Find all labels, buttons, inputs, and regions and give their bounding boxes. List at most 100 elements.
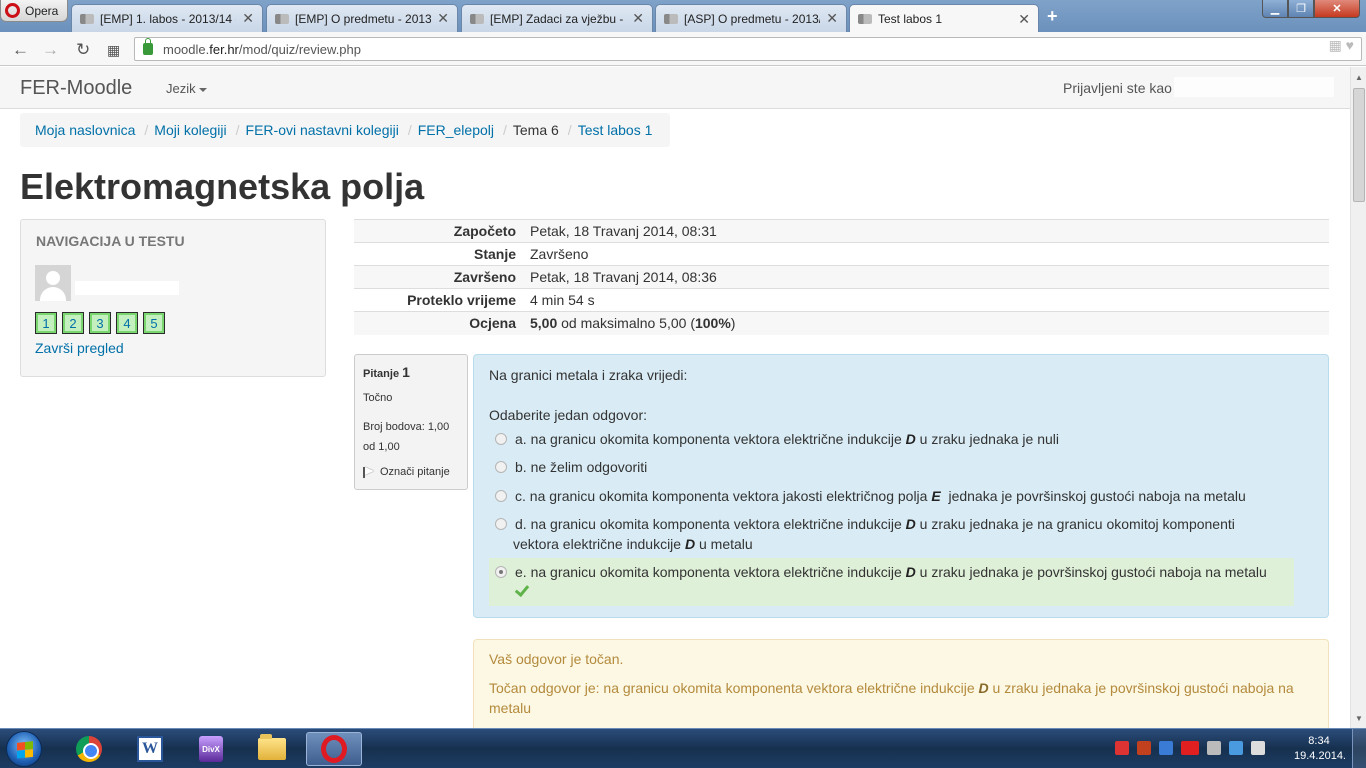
start-button[interactable] <box>6 731 42 767</box>
question-formulation: Na granici metala i zraka vrijedi: Odabe… <box>473 354 1329 618</box>
answer-option-d[interactable]: d. na granicu okomita komponenta vektora… <box>489 514 1294 554</box>
bookmark-heart-icon[interactable]: ▦ ♥ <box>1329 37 1354 54</box>
question-button-5[interactable]: 5 <box>143 312 165 334</box>
opera-logo-icon <box>5 3 20 18</box>
scroll-down-icon[interactable]: ▼ <box>1351 710 1366 726</box>
network-icon[interactable] <box>1159 741 1173 755</box>
taskbar-word[interactable]: W <box>122 732 178 766</box>
wifi-icon[interactable] <box>1229 741 1243 755</box>
divx-icon: DivX <box>199 736 223 762</box>
right-answer-text: Točan odgovor je: na granicu okomita kom… <box>489 680 979 696</box>
browser-tab[interactable]: [EMP] Zadaci za vježbu - 1... ✕ <box>461 4 653 32</box>
answer-option-a[interactable]: a. na granicu okomita komponenta vektora… <box>489 429 1294 449</box>
back-icon[interactable]: ← <box>12 40 29 60</box>
table-row: Završeno Petak, 18 Travanj 2014, 08:36 <box>354 265 1329 289</box>
breadcrumb-quiz[interactable]: Test labos 1 <box>578 122 653 138</box>
taskbar-chrome[interactable] <box>61 732 117 766</box>
scroll-up-icon[interactable]: ▲ <box>1351 69 1366 85</box>
secure-lock-icon <box>143 38 153 55</box>
ati-icon[interactable] <box>1181 741 1199 755</box>
close-window-button[interactable]: ✕ <box>1314 0 1360 18</box>
browser-tab-title: [ASP] O predmetu - 2013/... <box>684 11 821 26</box>
browser-tab[interactable]: [EMP] 1. labos - 2013/14 - ... ✕ <box>71 4 263 32</box>
question-button-2[interactable]: 2 <box>62 312 84 334</box>
close-tab-icon[interactable]: ✕ <box>826 10 838 27</box>
summary-value: Završeno <box>522 242 1329 266</box>
opera-menu-label: Opera <box>25 3 59 18</box>
answer-option-b[interactable]: b. ne želim odgovoriti <box>489 457 1294 477</box>
moodle-favicon-icon <box>470 13 484 24</box>
answer-label: e. na granicu okomita komponenta vektora… <box>489 562 1294 582</box>
avatar <box>35 265 71 301</box>
browser-tab[interactable]: [EMP] O predmetu - 2013/... ✕ <box>266 4 458 32</box>
breadcrumb-separator: / <box>502 122 507 138</box>
answer-radio[interactable] <box>495 461 507 473</box>
answer-text: c. na granicu okomita komponenta vektora… <box>515 488 932 504</box>
browser-tab-title: Test labos 1 <box>878 12 943 26</box>
system-tray <box>1115 741 1265 755</box>
speed-dial-icon[interactable]: ▦ <box>107 42 120 59</box>
answer-prompt: Odaberite jedan odgovor: <box>489 407 647 423</box>
site-navbar: FER-Moodle Jezik Prijavljeni ste kao <box>0 67 1350 109</box>
answer-option-e-correct[interactable]: e. na granicu okomita komponenta vektora… <box>489 558 1294 606</box>
question-button-1[interactable]: 1 <box>35 312 57 334</box>
chrome-icon <box>76 736 102 762</box>
close-tab-icon[interactable]: ✕ <box>1018 11 1030 28</box>
taskbar-divx[interactable]: DivX <box>183 732 239 766</box>
breadcrumb-course[interactable]: FER_elepolj <box>418 122 494 138</box>
signal-icon[interactable] <box>1207 741 1221 755</box>
taskbar-opera[interactable] <box>306 732 362 766</box>
close-tab-icon[interactable]: ✕ <box>632 10 644 27</box>
answer-text: b. ne želim odgovoriti <box>515 459 648 475</box>
answer-text: a. na granicu okomita komponenta vektora… <box>515 431 906 447</box>
new-tab-button[interactable]: + <box>1047 6 1058 27</box>
volume-muted-icon[interactable] <box>1115 741 1129 755</box>
browser-toolbar: ← → ↻ ▦ moodle. fer.hr/mod/quiz/review.ph… <box>0 32 1366 66</box>
action-center-flag-icon[interactable] <box>1251 741 1265 755</box>
clock-date: 19.4.2014. <box>1294 750 1346 762</box>
url-path: /mod/quiz/review.php <box>238 41 361 57</box>
browser-tab-title: [EMP] Zadaci za vježbu - 1... <box>490 11 626 26</box>
browser-tab-title: [EMP] 1. labos - 2013/14 - ... <box>100 11 236 26</box>
question-button-4[interactable]: 4 <box>116 312 138 334</box>
maximize-window-button[interactable]: ❐ <box>1288 0 1314 18</box>
clock-time: 8:34 <box>1308 735 1330 747</box>
breadcrumb-my-courses[interactable]: Moji kolegiji <box>154 122 226 138</box>
vector-symbol: D <box>905 516 916 532</box>
language-menu[interactable]: Jezik <box>166 81 207 96</box>
browser-tab[interactable]: [ASP] O predmetu - 2013/... ✕ <box>655 4 847 32</box>
browser-tab-active[interactable]: Test labos 1 ✕ <box>849 4 1039 33</box>
address-bar[interactable]: moodle. fer.hr/mod/quiz/review.php <box>134 37 1362 61</box>
answer-radio[interactable] <box>495 490 507 502</box>
minimize-window-button[interactable]: ▁ <box>1262 0 1288 18</box>
answer-radio-selected[interactable] <box>495 566 507 578</box>
breadcrumb-home[interactable]: Moja naslovnica <box>35 122 135 138</box>
flag-question-button[interactable]: Označi pitanje <box>363 466 450 478</box>
close-tab-icon[interactable]: ✕ <box>242 10 254 27</box>
answer-radio[interactable] <box>495 518 507 530</box>
taskbar-explorer[interactable] <box>244 732 300 766</box>
answer-option-c[interactable]: c. na granicu okomita komponenta vektora… <box>489 486 1294 506</box>
site-brand[interactable]: FER-Moodle <box>20 77 132 100</box>
office-icon[interactable] <box>1137 741 1151 755</box>
finish-review-link[interactable]: Završi pregled <box>35 340 124 356</box>
moodle-favicon-icon <box>664 13 678 24</box>
page-scrollbar[interactable]: ▲ ▼ <box>1350 67 1366 728</box>
table-row: Stanje Završeno <box>354 242 1329 266</box>
answer-text: e. na granicu okomita komponenta vektora… <box>515 564 906 580</box>
folder-icon <box>258 734 286 760</box>
taskbar-clock[interactable]: 8:34 19.4.2014. <box>1294 734 1346 764</box>
scroll-thumb[interactable] <box>1353 88 1365 202</box>
forward-icon[interactable]: → <box>42 40 59 60</box>
answer-label-line2: vektora električne indukcije D u metalu <box>489 534 1294 554</box>
close-tab-icon[interactable]: ✕ <box>437 10 449 27</box>
show-desktop-button[interactable] <box>1352 729 1366 768</box>
opera-menu-button[interactable]: Opera <box>0 0 68 22</box>
correct-check-icon <box>514 583 528 597</box>
breadcrumb-separator: / <box>407 122 412 138</box>
answer-radio[interactable] <box>495 433 507 445</box>
breadcrumb-fer-courses[interactable]: FER-ovi nastavni kolegiji <box>246 122 399 138</box>
question-button-3[interactable]: 3 <box>89 312 111 334</box>
reload-icon[interactable]: ↻ <box>76 40 90 60</box>
vector-symbol: D <box>978 680 989 696</box>
